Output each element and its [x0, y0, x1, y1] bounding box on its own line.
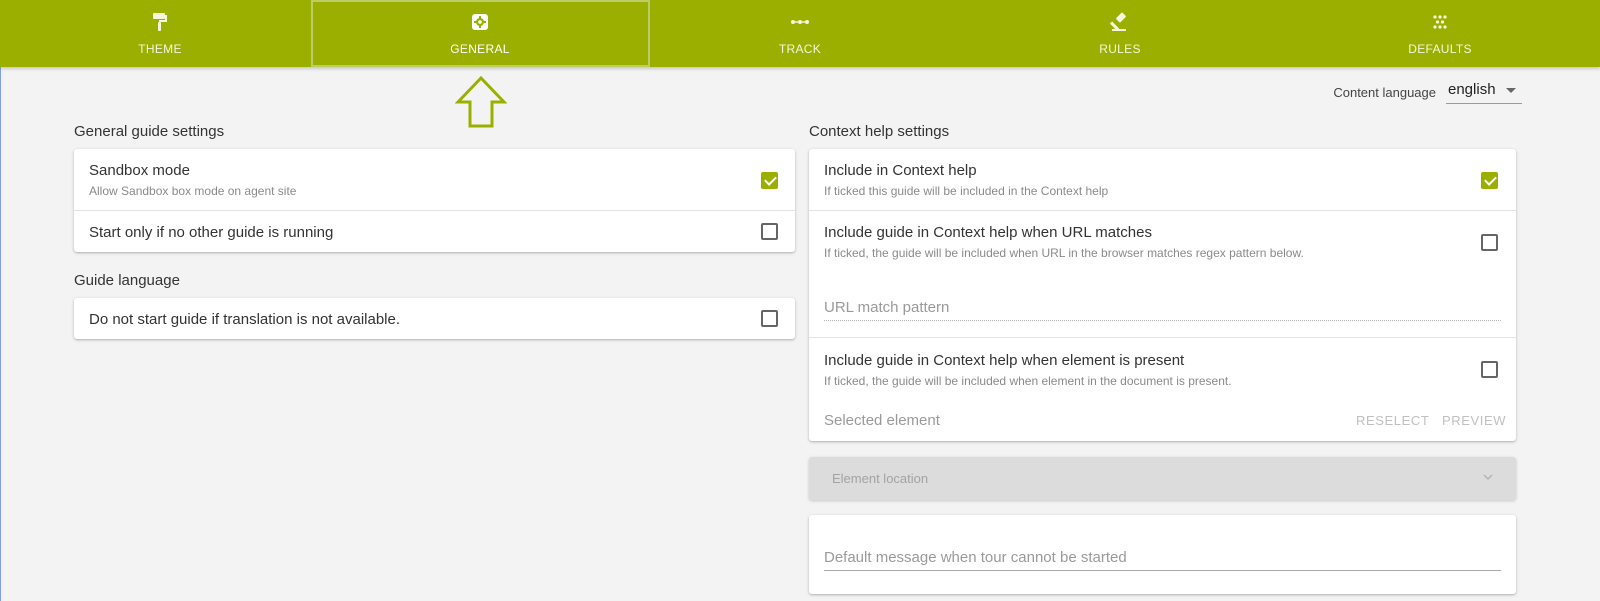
start-only-title: Start only if no other guide is running: [89, 224, 334, 241]
selected-element-label: Selected element: [824, 412, 940, 429]
start-only-row: Start only if no other guide is running: [74, 211, 795, 252]
dots-icon: [1433, 15, 1447, 29]
default-message-input[interactable]: [824, 545, 1501, 571]
general-settings-heading: General guide settings: [74, 123, 225, 140]
url-match-checkbox[interactable]: [1481, 234, 1498, 251]
element-location-label: Element location: [832, 471, 929, 486]
paint-roller-icon: [153, 13, 167, 31]
content-language: Content language english: [1333, 80, 1522, 104]
tab-rules[interactable]: RULES: [960, 0, 1280, 67]
element-present-subtitle: If ticked, the guide will be included wh…: [824, 374, 1232, 388]
active-tab-highlight: [311, 0, 650, 67]
default-message-card: [809, 515, 1516, 594]
sandbox-mode-subtitle: Allow Sandbox box mode on agent site: [89, 184, 297, 198]
reselect-button[interactable]: RESELECT: [1356, 413, 1429, 428]
content-language-label: Content language: [1333, 84, 1436, 100]
context-help-heading: Context help settings: [809, 123, 950, 140]
content-language-select[interactable]: english: [1446, 80, 1522, 104]
sandbox-mode-title: Sandbox mode: [89, 162, 190, 179]
element-present-title: Include guide in Context help when eleme…: [824, 352, 1185, 369]
guide-language-heading: Guide language: [74, 272, 180, 289]
preview-button[interactable]: PREVIEW: [1442, 413, 1506, 428]
url-match-title: Include guide in Context help when URL m…: [824, 224, 1152, 241]
tab-theme-label: THEME: [138, 42, 182, 56]
include-context-row: Include in Context help If ticked this g…: [809, 149, 1516, 211]
guide-language-card: Do not start guide if translation is not…: [74, 298, 795, 339]
no-translation-row: Do not start guide if translation is not…: [74, 298, 795, 339]
element-present-checkbox[interactable]: [1481, 361, 1498, 378]
include-context-title: Include in Context help: [824, 162, 977, 179]
sandbox-mode-row: Sandbox mode Allow Sandbox box mode on a…: [74, 149, 795, 211]
include-context-checkbox[interactable]: [1481, 172, 1498, 189]
tab-theme[interactable]: THEME: [0, 0, 320, 67]
tab-track[interactable]: TRACK: [640, 0, 960, 67]
start-only-checkbox[interactable]: [761, 223, 778, 240]
url-match-subtitle: If ticked, the guide will be included wh…: [824, 246, 1304, 260]
track-icon: [791, 20, 809, 24]
include-context-subtitle: If ticked this guide will be included in…: [824, 184, 1109, 198]
gavel-icon: [1110, 12, 1126, 31]
top-navigation: THEME GENERAL TRACK RULES DEFAULTS: [0, 0, 1600, 67]
context-help-card: Include in Context help If ticked this g…: [809, 149, 1516, 441]
element-present-row: Include guide in Context help when eleme…: [809, 338, 1516, 441]
no-translation-checkbox[interactable]: [761, 310, 778, 327]
tab-defaults[interactable]: DEFAULTS: [1280, 0, 1600, 67]
url-match-row: Include guide in Context help when URL m…: [809, 211, 1516, 338]
sandbox-mode-checkbox[interactable]: [761, 172, 778, 189]
url-match-pattern-input[interactable]: [824, 295, 1501, 321]
chevron-down-icon: [1506, 88, 1516, 93]
general-settings-card: Sandbox mode Allow Sandbox box mode on a…: [74, 149, 795, 252]
up-arrow-annotation-icon: [455, 75, 507, 128]
window-edge: [0, 0, 1, 601]
chevron-down-icon: [1483, 474, 1493, 481]
no-translation-title: Do not start guide if translation is not…: [89, 311, 401, 328]
content-language-value: english: [1448, 81, 1496, 98]
tab-track-label: TRACK: [778, 42, 822, 56]
element-location-select[interactable]: Element location: [809, 457, 1516, 500]
tab-defaults-label: DEFAULTS: [1408, 42, 1472, 56]
tab-rules-label: RULES: [1099, 42, 1141, 56]
